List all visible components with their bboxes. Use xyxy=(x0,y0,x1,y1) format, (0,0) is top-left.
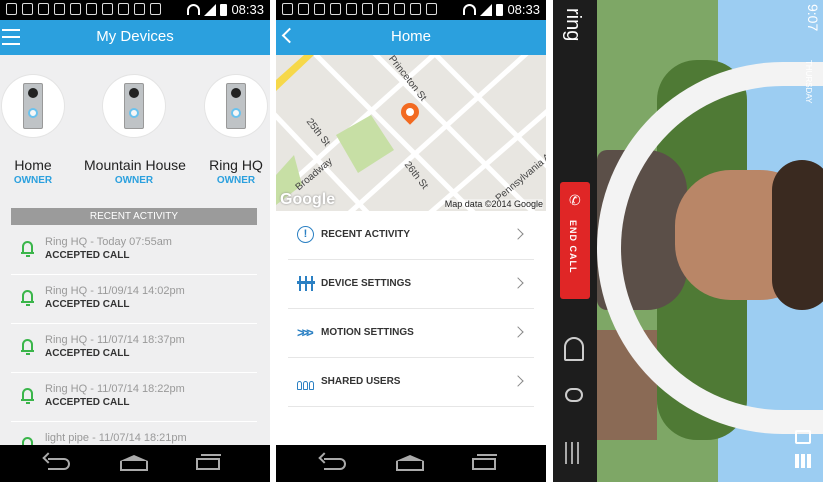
nav-back-icon[interactable] xyxy=(324,458,346,470)
bell-icon xyxy=(21,290,34,306)
list-item[interactable]: Ring HQ - Today 07:55am ACCEPTED CALL xyxy=(11,226,257,275)
google-logo: Google xyxy=(280,191,336,208)
menu-shared-users[interactable]: SHARED USERS xyxy=(288,358,534,407)
list-item[interactable]: Ring HQ - 11/07/14 18:22pm ACCEPTED CALL xyxy=(11,373,257,422)
activity-list: Ring HQ - Today 07:55am ACCEPTED CALL Ri… xyxy=(11,226,257,471)
call-controls: ring ✆ END CALL xyxy=(553,0,597,482)
device-menu: ! RECENT ACTIVITY DEVICE SETTINGS >>> MO… xyxy=(288,211,534,407)
battery-icon xyxy=(220,3,228,16)
device-ring-hq[interactable]: Ring HQ OWNER xyxy=(186,75,270,186)
end-call-button[interactable]: ✆ END CALL xyxy=(560,182,590,299)
doorbell-icon xyxy=(23,83,43,129)
wifi-icon xyxy=(187,4,201,15)
activity-type: ACCEPTED CALL xyxy=(45,397,130,408)
page-title: Home xyxy=(390,28,431,45)
menu-device-settings[interactable]: DEVICE SETTINGS xyxy=(288,260,534,309)
status-bar: 08:33 xyxy=(276,0,546,20)
menu-label: RECENT ACTIVITY xyxy=(321,229,411,240)
bell-icon[interactable] xyxy=(564,337,584,361)
signal-icon xyxy=(480,3,493,16)
ring-logo: ring xyxy=(562,8,584,42)
microphone-icon[interactable] xyxy=(565,388,583,402)
activity-source: Ring HQ - 11/07/14 18:37pm xyxy=(45,334,185,346)
map-view[interactable]: Princeton St 25th St 26th St Broadway Pe… xyxy=(276,55,546,211)
live-call-screen: 9:07 THURSDAY ring ✆ END CALL xyxy=(553,0,823,482)
device-role: OWNER xyxy=(114,175,154,186)
menu-icon[interactable] xyxy=(565,442,583,464)
menu-label: DEVICE SETTINGS xyxy=(321,278,412,289)
device-role: OWNER xyxy=(13,175,53,186)
activity-source: Ring HQ - 11/07/14 18:22pm xyxy=(45,383,185,395)
status-bar: 08:33 xyxy=(0,0,270,20)
doorbell-icon xyxy=(226,83,246,129)
status-time: 08:33 xyxy=(507,2,540,17)
bell-icon xyxy=(21,339,34,355)
info-icon: ! xyxy=(297,226,314,243)
my-devices-screen: 08:33 My Devices Home OWNER Mountain Hou… xyxy=(0,0,270,482)
nav-back-icon[interactable] xyxy=(48,458,70,470)
chevron-right-icon xyxy=(512,277,524,289)
system-nav-bar xyxy=(276,445,546,482)
nav-home-icon[interactable] xyxy=(120,455,148,471)
nav-home-icon[interactable] xyxy=(396,455,424,471)
battery-icon xyxy=(496,3,504,16)
video-feed: 9:07 THURSDAY xyxy=(597,0,823,482)
chevron-right-icon xyxy=(512,375,524,387)
list-item[interactable]: Ring HQ - 11/09/14 14:02pm ACCEPTED CALL xyxy=(11,275,257,324)
device-name: Mountain House xyxy=(84,157,186,173)
system-nav-bar xyxy=(0,445,270,482)
menu-label: SHARED USERS xyxy=(321,376,401,387)
page-title: My Devices xyxy=(96,28,174,45)
list-item[interactable]: Ring HQ - 11/07/14 18:37pm ACCEPTED CALL xyxy=(11,324,257,373)
motion-icon: >>> xyxy=(297,325,314,340)
wifi-icon xyxy=(463,4,477,15)
sliders-icon xyxy=(297,275,315,292)
menu-label: MOTION SETTINGS xyxy=(321,327,414,338)
activity-type: ACCEPTED CALL xyxy=(45,348,130,359)
bell-icon xyxy=(21,388,34,404)
status-icons xyxy=(795,430,813,472)
menu-motion-settings[interactable]: >>> MOTION SETTINGS xyxy=(288,309,534,358)
device-role: OWNER xyxy=(216,175,256,186)
notification-icons xyxy=(282,3,437,15)
activity-type: ACCEPTED CALL xyxy=(45,250,130,261)
home-device-screen: 08:33 Home Princeton St 25th St 26th St … xyxy=(276,0,546,482)
status-time: 08:33 xyxy=(231,2,264,17)
app-bar: Home xyxy=(276,20,546,55)
nav-recents-icon[interactable] xyxy=(472,454,497,470)
video-time: 9:07 xyxy=(805,4,821,32)
end-call-label: END CALL xyxy=(568,220,578,274)
device-name: Ring HQ xyxy=(209,157,263,173)
map-attribution: Map data ©2014 Google xyxy=(444,199,543,209)
signal-icon xyxy=(204,3,217,16)
activity-source: light pipe - 11/07/14 18:21pm xyxy=(45,432,187,444)
nav-recents-icon[interactable] xyxy=(196,454,221,470)
activity-type: ACCEPTED CALL xyxy=(45,299,130,310)
notification-icons xyxy=(6,3,161,15)
app-bar: My Devices xyxy=(0,20,270,55)
device-carousel: Home OWNER Mountain House OWNER Ring HQ … xyxy=(0,75,270,190)
doorbell-icon xyxy=(124,83,144,129)
users-icon xyxy=(297,373,314,390)
activity-source: Ring HQ - Today 07:55am xyxy=(45,236,172,248)
device-name: Home xyxy=(14,157,52,173)
bell-icon xyxy=(21,241,34,257)
device-mountain-house[interactable]: Mountain House OWNER xyxy=(84,75,186,186)
chevron-right-icon xyxy=(512,326,524,338)
phone-hangup-icon: ✆ xyxy=(569,192,581,208)
device-home[interactable]: Home OWNER xyxy=(0,75,83,186)
video-day: THURSDAY xyxy=(804,60,813,104)
activity-source: Ring HQ - 11/09/14 14:02pm xyxy=(45,285,185,297)
chevron-right-icon xyxy=(512,228,524,240)
menu-recent-activity[interactable]: ! RECENT ACTIVITY xyxy=(288,211,534,260)
recent-activity-header: RECENT ACTIVITY xyxy=(11,208,257,225)
